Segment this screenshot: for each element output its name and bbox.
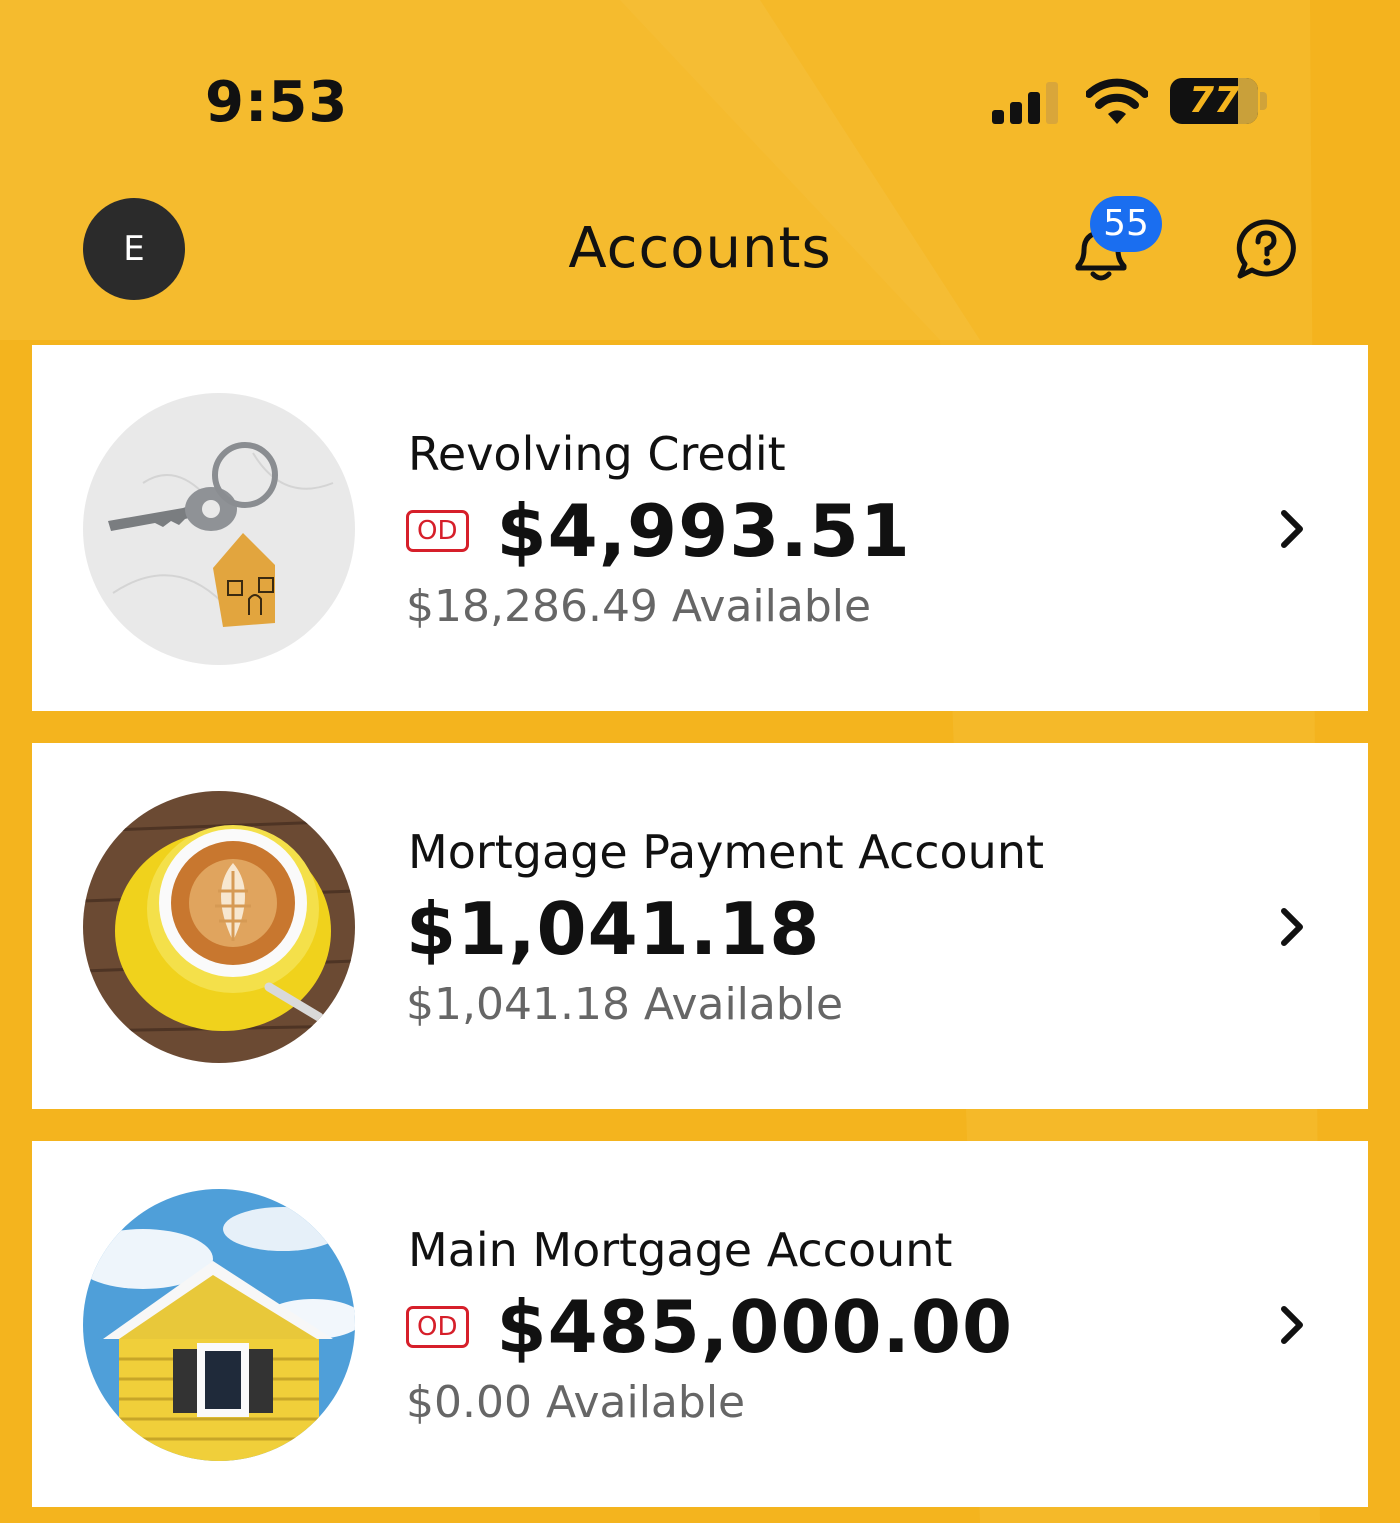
cellular-signal-icon (992, 82, 1058, 124)
chevron-right-icon (1281, 510, 1303, 548)
account-balance: $1,041.18 (406, 887, 821, 971)
yellow-house-icon (83, 1189, 355, 1461)
battery-level: 77 (1188, 80, 1240, 121)
notification-badge: 55 (1090, 196, 1162, 252)
account-card-main-mortgage[interactable]: Main Mortgage Account OD $485,000.00 $0.… (32, 1141, 1368, 1507)
account-card-revolving-credit[interactable]: Revolving Credit OD $4,993.51 $18,286.49… (32, 345, 1368, 711)
account-balance: $4,993.51 (496, 489, 911, 573)
wifi-icon (1086, 78, 1148, 124)
battery-icon: 77 (1170, 78, 1270, 126)
account-name: Main Mortgage Account (408, 1223, 953, 1277)
chevron-right-icon (1281, 1306, 1303, 1344)
available-balance: $18,286.49 Available (406, 581, 872, 632)
overdraft-badge: OD (406, 1306, 469, 1348)
overdraft-badge: OD (406, 510, 469, 552)
account-balance: $485,000.00 (496, 1285, 1014, 1369)
account-card-mortgage-payment[interactable]: Mortgage Payment Account $1,041.18 $1,04… (32, 743, 1368, 1109)
available-balance: $1,041.18 Available (406, 979, 844, 1030)
help-chat-icon[interactable] (1234, 218, 1298, 282)
coffee-cup-icon (83, 791, 355, 1063)
page-title: Accounts (568, 216, 832, 281)
status-time: 9:53 (205, 70, 349, 135)
account-name: Mortgage Payment Account (408, 825, 1045, 879)
chevron-right-icon (1281, 908, 1303, 946)
available-balance: $0.00 Available (406, 1377, 746, 1428)
account-name: Revolving Credit (408, 427, 786, 481)
house-key-icon (83, 393, 355, 665)
